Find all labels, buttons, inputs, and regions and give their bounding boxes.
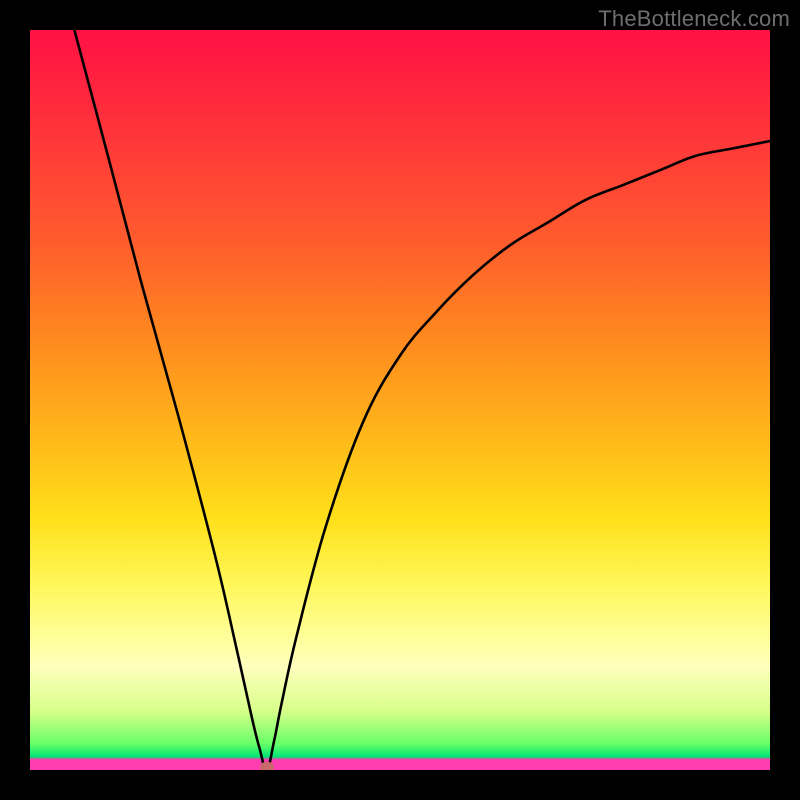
bottleneck-curve xyxy=(30,30,770,770)
optimum-marker-dot xyxy=(260,762,274,770)
chart-frame: TheBottleneck.com xyxy=(0,0,800,800)
attribution-text: TheBottleneck.com xyxy=(598,6,790,32)
plot-area xyxy=(30,30,770,770)
